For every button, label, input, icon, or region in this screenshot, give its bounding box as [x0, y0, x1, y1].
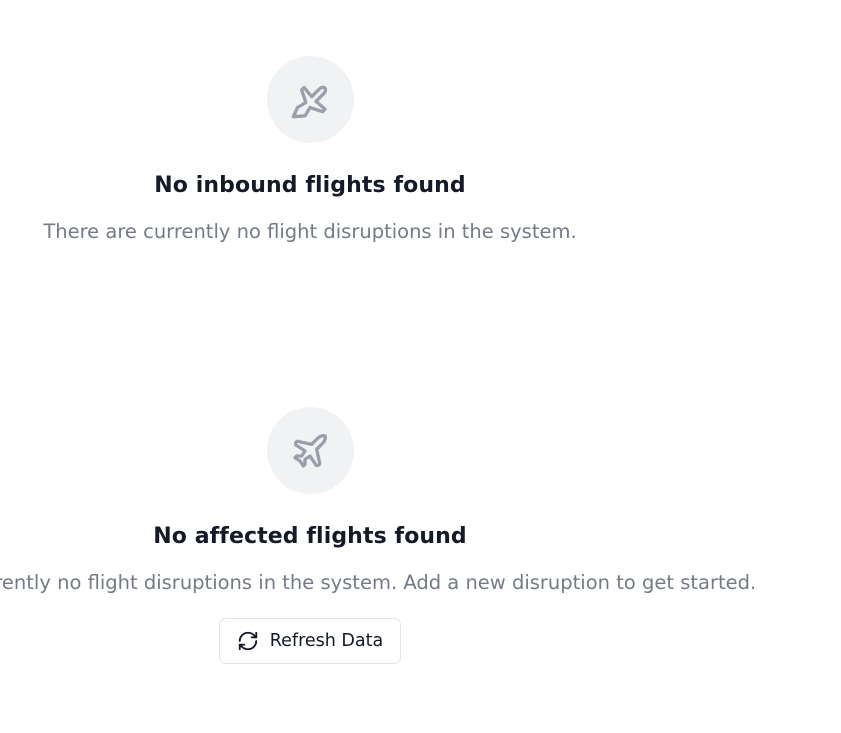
inbound-description: There are currently no flight disruption… — [43, 220, 577, 243]
refresh-icon — [238, 631, 257, 651]
affected-title: No affected flights found — [153, 524, 467, 549]
inbound-icon-circle — [266, 56, 354, 143]
affected-empty-state: No affected flights found There are curr… — [0, 407, 756, 664]
inbound-empty-state: No inbound flights found There are curre… — [0, 56, 620, 243]
refresh-data-label: Refresh Data — [269, 631, 384, 651]
plane-landing-icon — [291, 85, 328, 118]
plane-icon — [293, 433, 327, 468]
inbound-title: No inbound flights found — [154, 173, 466, 198]
page: No inbound flights found There are curre… — [0, 0, 841, 733]
affected-description: There are currently no flight disruption… — [0, 571, 757, 594]
affected-icon-circle — [266, 407, 354, 494]
refresh-data-button[interactable]: Refresh Data — [218, 618, 402, 664]
